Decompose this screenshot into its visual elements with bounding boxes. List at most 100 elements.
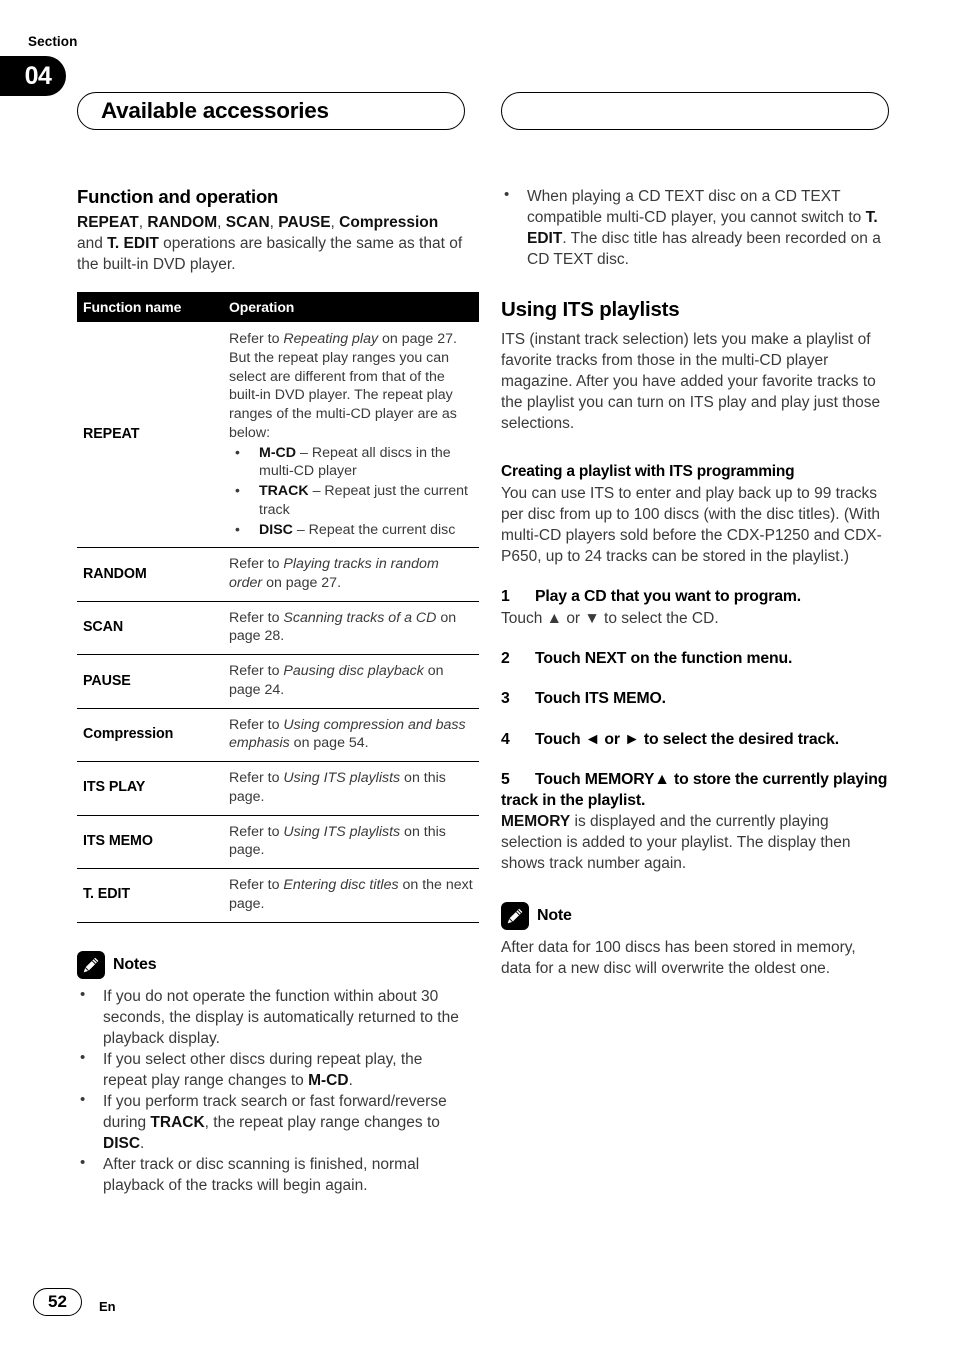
op-italic-ref: Entering disc titles: [283, 877, 399, 894]
function-and-operation-intro: REPEAT, RANDOM, SCAN, PAUSE, Compression…: [77, 212, 465, 275]
manual-page: Section 04 Available accessories Functio…: [0, 0, 954, 1352]
intro-sep-4: ,: [330, 214, 340, 232]
range-desc-disc: – Repeat the current disc: [292, 521, 456, 538]
step-title: Touch ITS MEMO.: [535, 690, 666, 708]
table-row: T. EDIT Refer to Entering disc titles on…: [77, 868, 479, 923]
table-head: Function name Operation: [77, 292, 479, 323]
row-operation: Refer to Using ITS playlists on this pag…: [221, 815, 479, 870]
bullet-lead: When playing a CD TEXT disc on a CD TEXT…: [527, 188, 866, 226]
op-tail: on page 54.: [289, 735, 369, 752]
row-operation: Refer to Entering disc titles on the nex…: [221, 868, 479, 923]
step-number: 5: [501, 771, 510, 789]
step-4: 4 Touch ◄ or ► to select the desired trac…: [501, 730, 889, 751]
step-5-body: MEMORY is displayed and the currently pl…: [501, 811, 889, 874]
list-item: TRACK – Repeat just the current track: [229, 481, 475, 519]
row-function-name: SCAN: [77, 601, 221, 656]
op-lead: Refer to: [229, 556, 284, 573]
memory-term: MEMORY: [501, 813, 571, 831]
intro-term-random: RANDOM: [147, 214, 218, 232]
list-item: If you perform track search or fast forw…: [77, 1090, 465, 1154]
step-title: Touch ◄ or ► to select the desired track…: [535, 730, 839, 748]
step-1: 1 Play a CD that you want to program.: [501, 587, 889, 608]
op-lead: Refer to: [229, 331, 284, 348]
step-number: 3: [501, 690, 510, 708]
right-column: When playing a CD TEXT disc on a CD TEXT…: [501, 185, 889, 979]
note-lead: If you select other discs during repeat …: [103, 1050, 423, 1089]
cd-text-note-list: When playing a CD TEXT disc on a CD TEXT…: [501, 185, 889, 270]
row-operation: Refer to Scanning tracks of a CD on page…: [221, 601, 479, 656]
row-operation: Refer to Using compression and bass emph…: [221, 708, 479, 763]
intro-term-repeat: REPEAT: [77, 214, 139, 232]
op-italic-ref: Using ITS playlists: [283, 770, 401, 787]
range-term-disc: DISC: [259, 521, 293, 538]
table-row: PAUSE Refer to Pausing disc playback on …: [77, 654, 479, 709]
op-italic-ref: Using ITS playlists: [283, 823, 401, 840]
using-its-playlists-heading: Using ITS playlists: [501, 298, 680, 321]
note-block: Note After data for 100 discs has been s…: [501, 902, 889, 979]
note-text: After data for 100 discs has been stored…: [501, 939, 856, 978]
op-lead: Refer to: [229, 716, 284, 733]
notes-block: Notes If you do not operate the function…: [77, 950, 465, 1196]
list-item: DISC – Repeat the current disc: [229, 520, 475, 540]
note-tail: .: [140, 1134, 145, 1152]
repeat-range-list: M-CD – Repeat all discs in the multi-CD …: [229, 443, 475, 540]
row-operation: Refer to Using ITS playlists on this pag…: [221, 761, 479, 816]
left-column: Function and operation REPEAT, RANDOM, S…: [77, 186, 479, 1196]
list-item: If you select other discs during repeat …: [77, 1048, 465, 1091]
op-lead: Refer to: [229, 770, 284, 787]
step-number: 1: [501, 587, 510, 605]
intro-sep-3: ,: [269, 214, 279, 232]
pencil-icon: [501, 902, 529, 931]
op-lead: Refer to: [229, 609, 284, 626]
step-title: Touch MEMORY▲ to store the currently pla…: [501, 771, 888, 809]
intro-sep-2: ,: [217, 214, 226, 232]
page-number: 52: [33, 1288, 82, 1316]
note-title: Note: [537, 907, 572, 925]
page-header: Section 04 Available accessories: [0, 34, 954, 130]
range-term-track: TRACK: [259, 483, 309, 500]
step-title: Touch NEXT on the function menu.: [535, 649, 793, 667]
step-title: Play a CD that you want to program.: [535, 587, 801, 605]
table-body: REPEAT Refer to Repeating play on page 2…: [77, 322, 479, 923]
table-row: ITS PLAY Refer to Using ITS playlists on…: [77, 761, 479, 816]
op-italic-ref: Pausing disc playback: [283, 663, 424, 680]
row-function-name: Compression: [77, 708, 221, 763]
language-code: En: [99, 1298, 116, 1314]
step-2: 2 Touch NEXT on the function menu.: [501, 649, 889, 670]
column-header-operation: Operation: [221, 292, 479, 323]
op-italic-ref: Scanning tracks of a CD: [283, 609, 437, 626]
table-row: RANDOM Refer to Playing tracks in random…: [77, 547, 479, 602]
function-and-operation-heading: Function and operation: [77, 186, 279, 207]
intro-term-scan: SCAN: [225, 214, 270, 232]
intro-mid: and: [77, 235, 108, 253]
range-term-mcd: M-CD: [259, 444, 297, 461]
notes-header: Notes: [77, 950, 465, 979]
header-pill-right: [501, 92, 889, 130]
op-lead: Refer to: [229, 663, 284, 680]
op-italic-ref: Repeating play: [283, 331, 379, 348]
step-1-body: Touch ▲ or ▼ to select the CD.: [501, 609, 719, 627]
column-header-function-name: Function name: [77, 292, 221, 323]
step-number: 2: [501, 649, 510, 667]
list-item: After track or disc scanning is finished…: [77, 1153, 465, 1196]
creating-playlist-subheading: Creating a playlist with ITS programming: [501, 462, 795, 480]
list-item: When playing a CD TEXT disc on a CD TEXT…: [501, 185, 889, 270]
notes-title: Notes: [113, 955, 157, 973]
function-operation-table: Function name Operation REPEAT Refer to …: [77, 292, 479, 923]
list-item: If you do not operate the function withi…: [77, 985, 465, 1049]
op-lead: Refer to: [229, 823, 284, 840]
note-tail: .: [348, 1071, 353, 1089]
creating-playlist-paragraph: You can use ITS to enter and play back u…: [501, 484, 882, 565]
note-mid: , the repeat play range changes to: [204, 1113, 440, 1131]
table-row: REPEAT Refer to Repeating play on page 2…: [77, 322, 479, 549]
table-row: SCAN Refer to Scanning tracks of a CD on…: [77, 601, 479, 656]
note-term-track: TRACK: [150, 1113, 205, 1131]
table-row: ITS MEMO Refer to Using ITS playlists on…: [77, 815, 479, 870]
table-header-row: Function name Operation: [77, 292, 479, 323]
step-3: 3 Touch ITS MEMO.: [501, 689, 889, 710]
